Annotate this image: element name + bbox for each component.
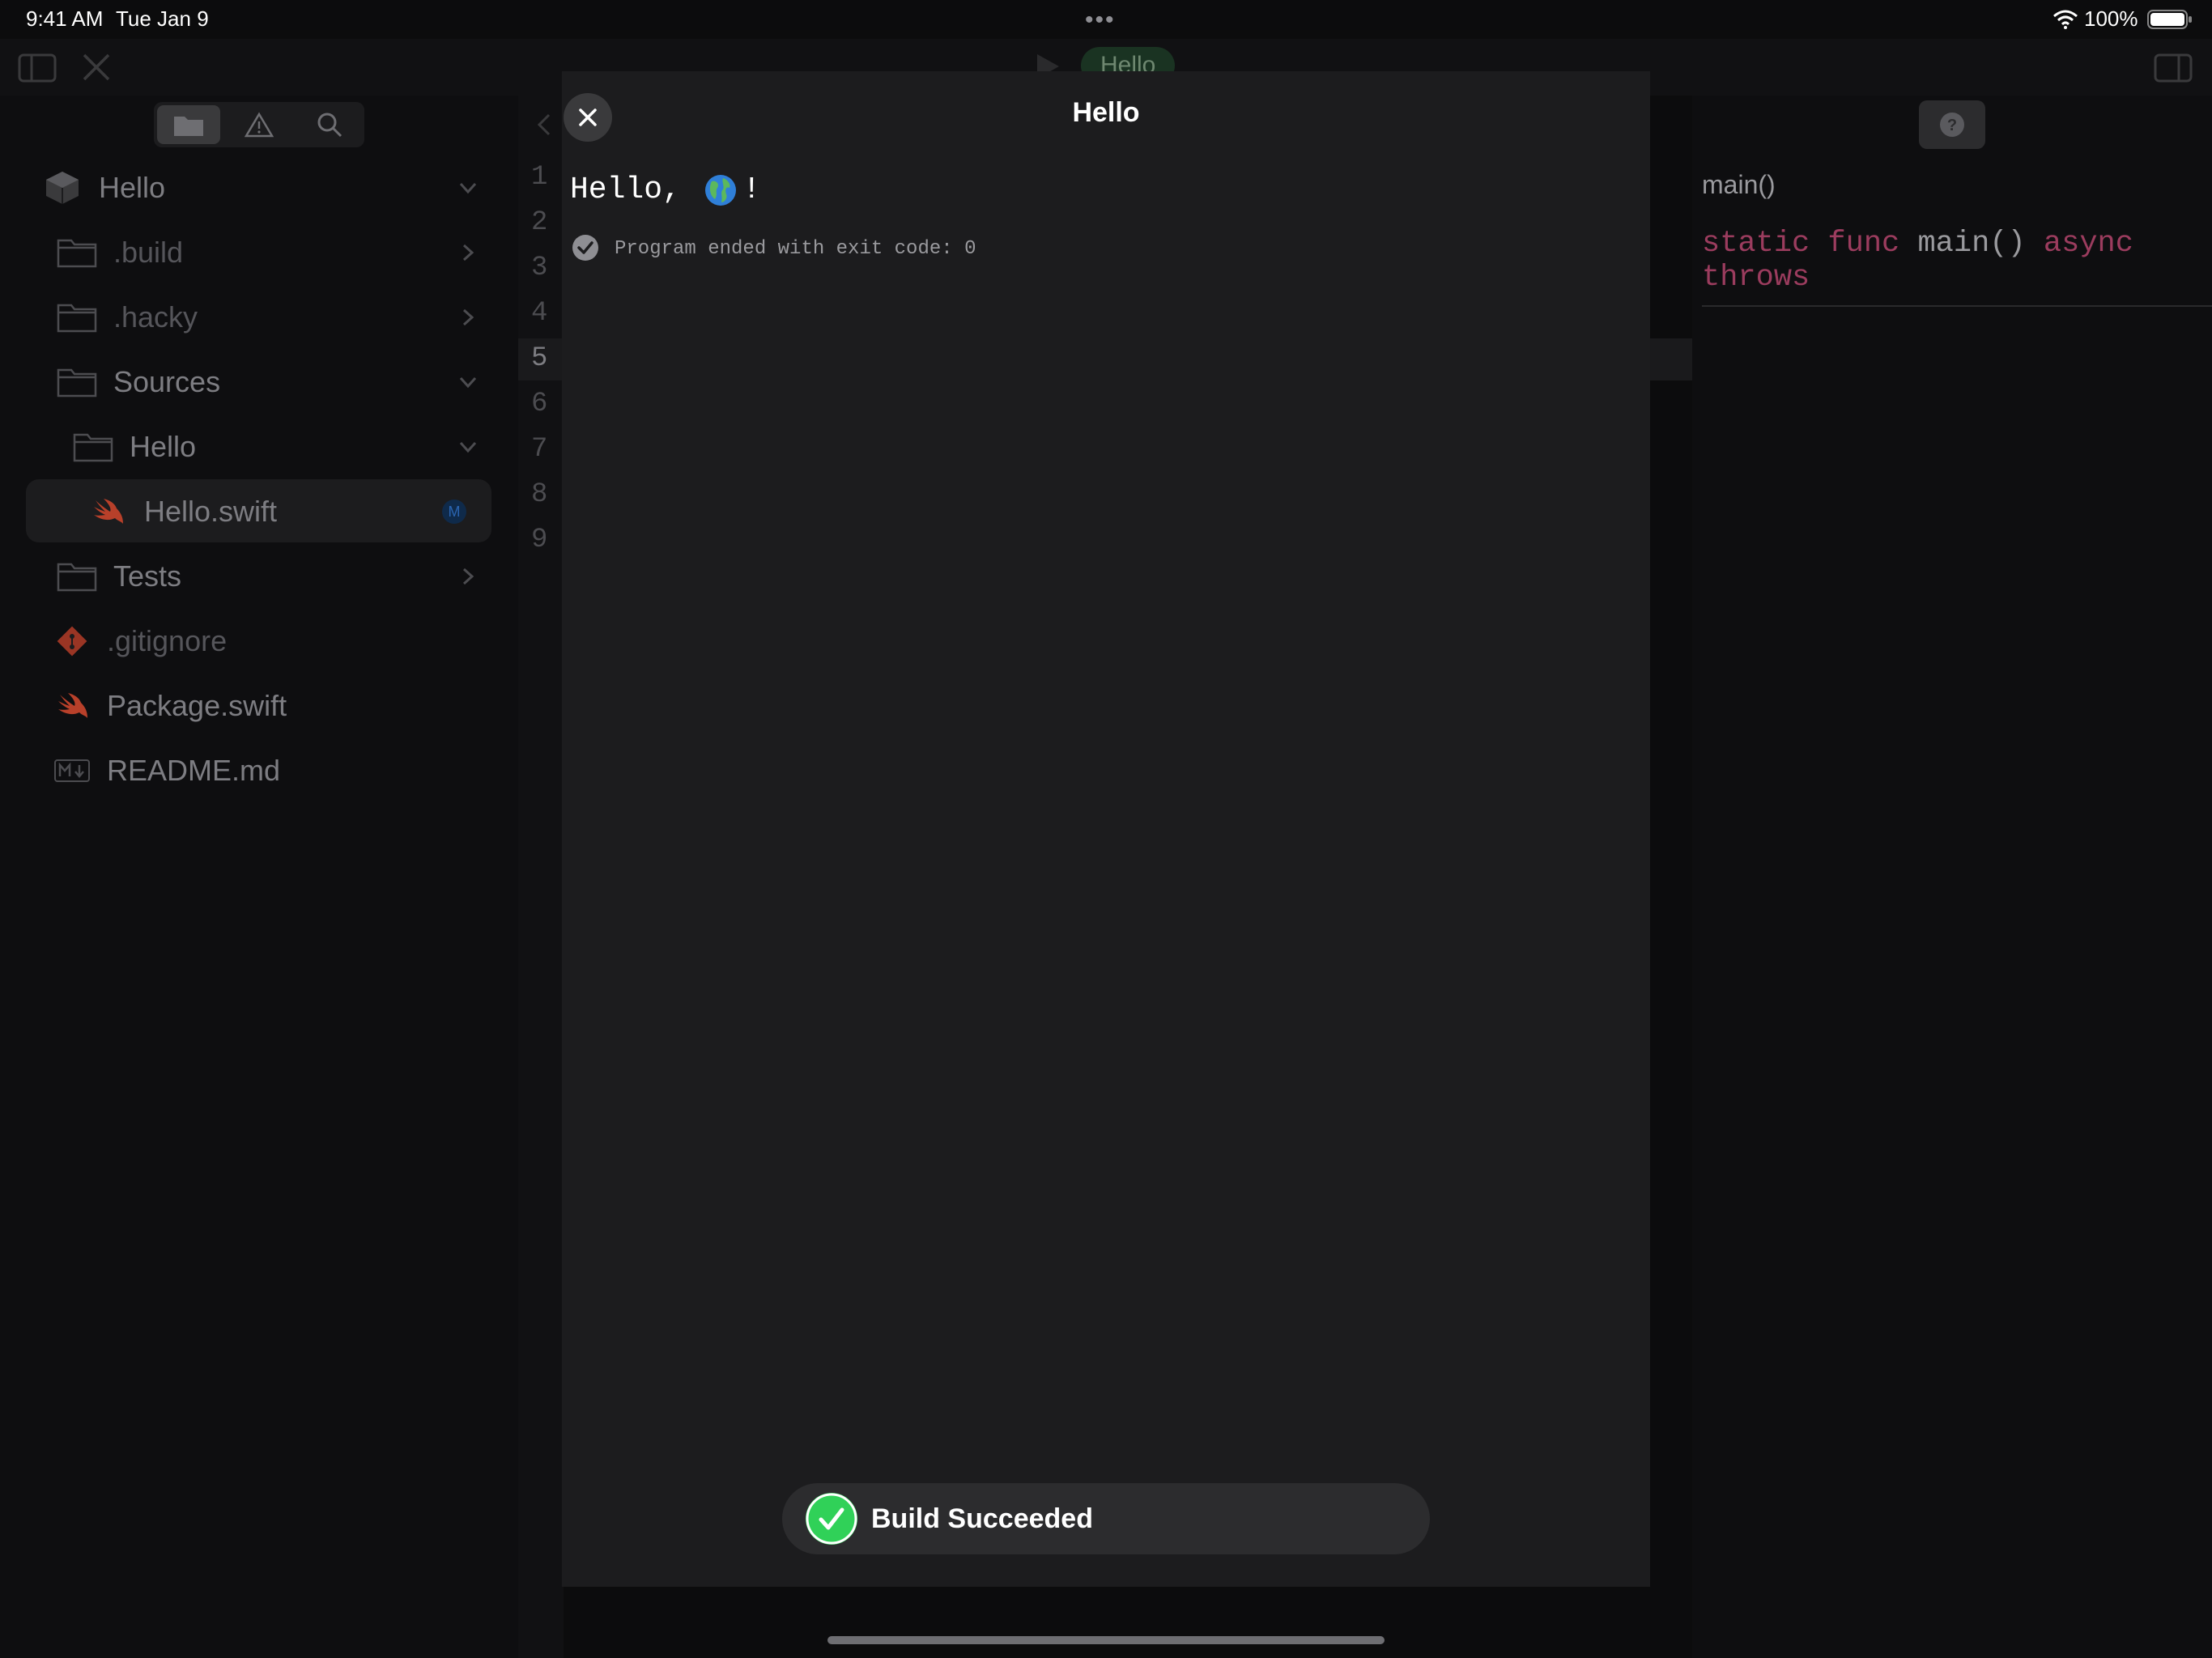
folder-icon bbox=[55, 301, 99, 334]
exit-status-message: Program ended with exit code: 0 bbox=[615, 238, 976, 260]
swift-icon bbox=[52, 690, 92, 722]
tree-item-label: Hello bbox=[130, 430, 197, 463]
tree-item-readme[interactable]: README.md bbox=[52, 741, 482, 801]
tree-item-gitignore[interactable]: .gitignore bbox=[52, 611, 482, 671]
run-output-sheet bbox=[562, 71, 1650, 1587]
inspector-toggle-icon[interactable] bbox=[2154, 53, 2193, 83]
status-date: Tue Jan 9 bbox=[116, 6, 209, 31]
tree-item-hacky[interactable]: .hacky bbox=[55, 287, 482, 347]
battery-percentage: 100% bbox=[2084, 6, 2138, 31]
tree-item-label: .hacky bbox=[113, 300, 198, 334]
keyword: throws bbox=[1702, 261, 1810, 295]
console-text: ! bbox=[742, 172, 761, 207]
folder-icon bbox=[174, 117, 203, 136]
help-declaration: static func main() async throws bbox=[1702, 227, 2188, 295]
modified-badge: M bbox=[442, 500, 466, 524]
tree-item-label: .build bbox=[113, 236, 184, 269]
line-number: 4 bbox=[531, 298, 548, 329]
tree-item-label: Tests bbox=[113, 559, 182, 593]
status-time: 9:41 AM bbox=[26, 6, 104, 31]
console-text: Hello, bbox=[570, 172, 681, 207]
line-number: 3 bbox=[531, 253, 548, 283]
navigator-tabs bbox=[154, 102, 364, 147]
tree-item-hello-folder[interactable]: Hello bbox=[71, 417, 482, 477]
line-number: 2 bbox=[531, 207, 548, 238]
tab-files[interactable] bbox=[157, 105, 220, 144]
sidebar-toggle-icon[interactable] bbox=[18, 53, 57, 83]
chevron-right-icon[interactable] bbox=[454, 239, 482, 266]
chevron-right-icon[interactable] bbox=[454, 563, 482, 590]
tree-item-label: Hello.swift bbox=[144, 495, 278, 528]
divider bbox=[1702, 305, 2212, 307]
tree-item-label: README.md bbox=[107, 754, 281, 787]
help-button[interactable]: ? bbox=[1919, 100, 1985, 149]
chevron-right-icon[interactable] bbox=[454, 304, 482, 331]
multitasking-menu[interactable]: ••• bbox=[1085, 6, 1116, 34]
sheet-title: Hello bbox=[1072, 97, 1140, 128]
swift-icon bbox=[86, 495, 130, 528]
question-icon: ? bbox=[1940, 113, 1964, 137]
line-number: 5 bbox=[531, 343, 548, 374]
folder-icon bbox=[55, 366, 99, 398]
folder-icon bbox=[55, 236, 99, 269]
globe-icon bbox=[704, 174, 736, 206]
symbol-name: main() bbox=[1917, 227, 2026, 261]
line-number: 1 bbox=[531, 162, 548, 193]
tree-item-label: Package.swift bbox=[107, 689, 287, 722]
tree-item-package-swift[interactable]: Package.swift bbox=[52, 676, 482, 736]
checkmark-circle-icon bbox=[572, 235, 598, 261]
magnifier-icon bbox=[317, 113, 342, 138]
keyword: async bbox=[2043, 227, 2133, 261]
git-icon bbox=[52, 625, 92, 657]
tab-issues[interactable] bbox=[228, 105, 291, 144]
build-status-label: Build Succeeded bbox=[871, 1503, 1093, 1534]
folder-icon bbox=[55, 560, 99, 593]
line-number: 6 bbox=[531, 389, 548, 419]
package-icon bbox=[40, 172, 84, 204]
tree-item-hello-package[interactable]: Hello bbox=[40, 158, 482, 218]
line-number: 7 bbox=[531, 434, 548, 465]
tree-item-label: Hello bbox=[99, 171, 166, 204]
tree-item-tests[interactable]: Tests bbox=[55, 546, 482, 606]
chevron-down-icon[interactable] bbox=[454, 174, 482, 202]
help-symbol-name: main() bbox=[1702, 170, 1776, 199]
tab-search[interactable] bbox=[298, 105, 361, 144]
build-status-toast: Build Succeeded bbox=[782, 1483, 1430, 1554]
tree-item-label: .gitignore bbox=[107, 624, 228, 657]
console-output: Hello, ! bbox=[570, 172, 761, 207]
markdown-icon bbox=[52, 755, 92, 787]
battery-icon bbox=[2147, 10, 2192, 29]
keyword: static func bbox=[1702, 227, 1900, 261]
wifi-icon bbox=[2053, 10, 2078, 29]
quick-help-inspector bbox=[1692, 96, 2212, 1658]
chevron-down-icon[interactable] bbox=[454, 433, 482, 461]
close-project-icon[interactable] bbox=[81, 52, 112, 83]
tree-item-sources[interactable]: Sources bbox=[55, 352, 482, 412]
svg-text:?: ? bbox=[1947, 117, 1957, 134]
checkmark-circle-icon bbox=[806, 1493, 857, 1545]
line-number: 8 bbox=[531, 479, 548, 510]
warning-icon bbox=[245, 112, 274, 138]
line-number: 9 bbox=[531, 525, 548, 555]
chevron-down-icon[interactable] bbox=[454, 368, 482, 396]
chevron-left-icon[interactable] bbox=[534, 112, 554, 138]
folder-icon bbox=[71, 431, 115, 463]
tree-item-label: Sources bbox=[113, 365, 221, 398]
tree-item-hello-swift[interactable]: Hello.swift bbox=[86, 482, 442, 542]
home-indicator[interactable] bbox=[827, 1636, 1385, 1644]
editor-gutter bbox=[518, 96, 564, 1658]
tree-item-build[interactable]: .build bbox=[55, 223, 482, 283]
